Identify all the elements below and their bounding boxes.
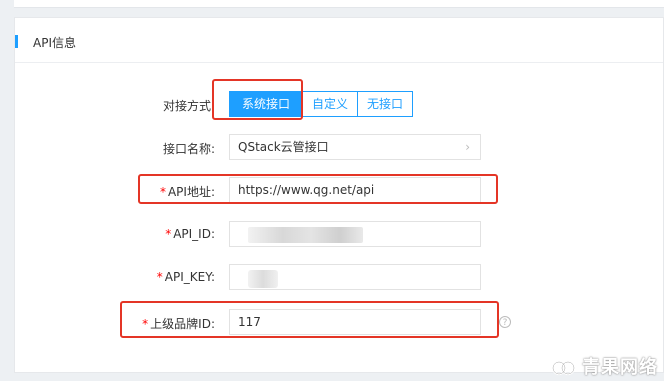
section-title: API信息 [33,36,76,50]
section-accent-bar [15,35,18,48]
qingguo-logo-icon [552,356,576,376]
api-key-input[interactable] [229,264,481,290]
interface-name-select[interactable]: QStack云管接口 › [229,134,481,160]
api-key-label-wrap: * API_KEY: [157,270,215,284]
api-id-label-wrap: * API_ID: [165,227,215,241]
api-id-label: API_ID: [173,227,215,241]
redacted-blur [248,227,363,243]
section-header: API信息 [15,18,663,63]
chevron-right-icon: › [465,140,470,154]
method-option-custom[interactable]: 自定义 [303,91,359,117]
interface-name-row: 接口名称: QStack云管接口 › [15,134,663,162]
redacted-blur [248,270,278,288]
required-mark: * [156,270,163,284]
interface-name-value: QStack云管接口 [238,140,329,154]
highlight-box-method [212,79,303,120]
method-row: 对接方式: 系统接口 自定义 无接口 [15,91,663,119]
watermark: 青果网络 [552,353,658,379]
highlight-box-api-url [138,174,498,204]
highlight-box-brand-id [120,301,499,338]
question-circle-icon[interactable]: ? [499,316,511,328]
method-option-none[interactable]: 无接口 [358,91,414,117]
watermark-text: 青果网络 [582,357,658,378]
api-key-label: API_KEY: [164,270,215,284]
api-id-row: * API_ID: [15,221,663,249]
required-mark: * [165,227,172,241]
method-label: 对接方式: [162,99,215,113]
api-key-row: * API_KEY: [15,264,663,292]
interface-name-label: 接口名称: [162,142,215,156]
api-id-input[interactable] [229,221,481,247]
previous-panel [14,0,664,8]
